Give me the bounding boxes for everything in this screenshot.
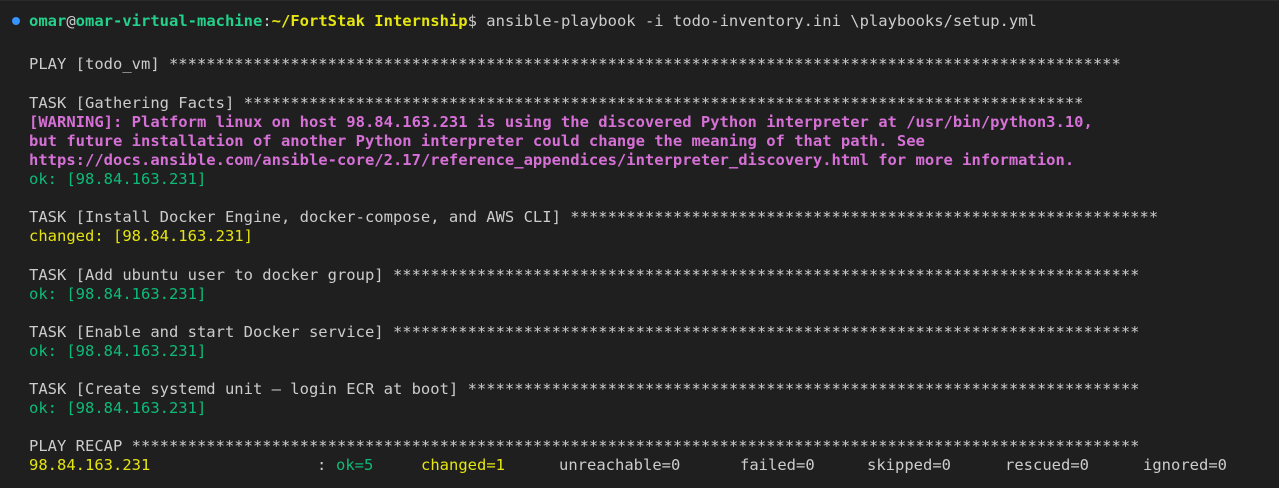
recap-changed: changed=1: [421, 456, 505, 474]
warning-line-1: [WARNING]: Platform linux on host 98.84.…: [29, 113, 1093, 131]
recap-host: 98.84.163.231: [29, 456, 151, 474]
warning-line-3: https://docs.ansible.com/ansible-core/2.…: [29, 151, 1075, 169]
prompt-dollar: $: [467, 12, 477, 30]
recap-ok: ok=5: [336, 456, 374, 474]
recap-failed: failed=0: [740, 456, 815, 474]
recap-unreachable: unreachable=0: [559, 456, 681, 474]
command-status-dot-icon: [12, 17, 20, 25]
task-header-enable-docker: TASK [Enable and start Docker service] *…: [29, 323, 1140, 341]
task-header-install-docker: TASK [Install Docker Engine, docker-comp…: [29, 208, 1159, 226]
prompt-path: ~/FortStak Internship: [271, 12, 468, 30]
task-header-create-systemd-unit: TASK [Create systemd unit — login ECR at…: [29, 380, 1140, 398]
recap-ignored: ignored=0: [1143, 456, 1227, 474]
recap-rescued: rescued=0: [1005, 456, 1089, 474]
task-result-create-systemd-unit: ok: [98.84.163.231]: [29, 399, 207, 417]
prompt-host: omar-virtual-machine: [75, 12, 263, 30]
prompt-colon: :: [262, 12, 272, 30]
recap-separator: :: [317, 456, 336, 474]
task-header-add-ubuntu-user: TASK [Add ubuntu user to docker group] *…: [29, 266, 1140, 284]
task-result-add-ubuntu-user: ok: [98.84.163.231]: [29, 285, 207, 303]
command-text: ansible-playbook -i todo-inventory.ini \…: [476, 12, 1037, 30]
recap-skipped: skipped=0: [867, 456, 951, 474]
prompt-at: @: [66, 12, 76, 30]
play-header: PLAY [todo_vm] *************************…: [29, 55, 1121, 73]
command-prompt-line: omar@omar-virtual-machine:~/FortStak Int…: [29, 12, 1279, 31]
warning-line-2: but future installation of another Pytho…: [29, 132, 925, 150]
play-recap-header: PLAY RECAP *****************************…: [29, 437, 1140, 455]
task-result-enable-docker: ok: [98.84.163.231]: [29, 342, 207, 360]
prompt-user: omar: [29, 12, 67, 30]
task-result-install-docker: changed: [98.84.163.231]: [29, 227, 253, 245]
play-recap-line: 98.84.163.231: ok=5 changed=1 unreachable=…: [29, 456, 1279, 475]
task-result-gathering-facts: ok: [98.84.163.231]: [29, 170, 207, 188]
terminal-window[interactable]: omar@omar-virtual-machine:~/FortStak Int…: [0, 0, 1279, 488]
task-header-gathering-facts: TASK [Gathering Facts] *****************…: [29, 94, 1084, 112]
